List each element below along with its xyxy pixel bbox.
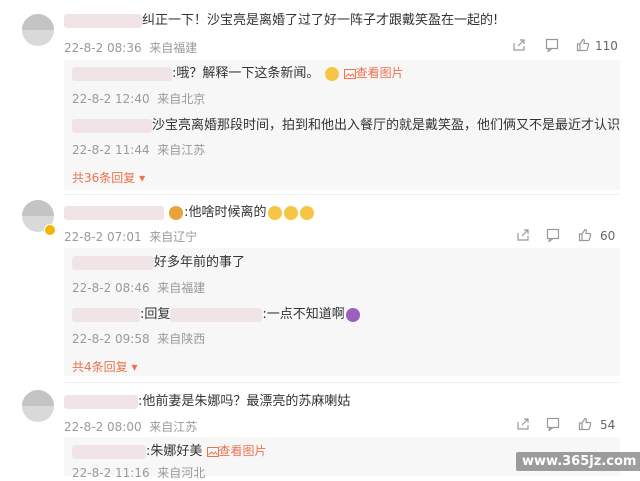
surprised-emoji-icon — [283, 205, 298, 220]
image-icon — [343, 68, 356, 80]
emoji-icon — [324, 66, 339, 81]
share-icon[interactable] — [512, 38, 526, 52]
reply-location: 来自江苏 — [157, 143, 206, 157]
comment-meta: 22-8-2 08:36 来自福建 — [64, 39, 197, 56]
view-image-link[interactable]: 查看图片 — [356, 66, 404, 80]
more-replies-button[interactable]: 共4条回复 ▾ — [72, 358, 137, 375]
surprised-emoji-icon — [299, 205, 314, 220]
caret-down-icon: ▾ — [135, 171, 146, 185]
reply-location: 来自北京 — [157, 92, 206, 106]
comment-meta: 22-8-2 07:01 来自辽宁 — [64, 228, 197, 245]
reply-text: 沙宝亮离婚那段时间，拍到和他出入餐厅的就是戴笑盈，他们俩又不是最近才认识 — [152, 118, 621, 133]
reply-meta: 22-8-2 09:58 来自陕西 — [72, 330, 205, 347]
reply-meta: 22-8-2 08:46 来自福建 — [72, 279, 205, 296]
comment-text: :他啥时候离的 — [184, 205, 267, 220]
username-blurred[interactable] — [64, 13, 142, 28]
like-icon[interactable] — [576, 38, 590, 52]
reply-location: 来自陕西 — [157, 332, 206, 346]
comment-2: :他啥时候离的 — [64, 204, 315, 222]
reply-meta: 22-8-2 11:44 来自江苏 — [72, 141, 205, 158]
reply-meta: 22-8-2 12:40 来自北京 — [72, 90, 205, 107]
username-blurred[interactable] — [72, 255, 154, 270]
divider — [64, 194, 620, 195]
comment-location: 来自辽宁 — [149, 230, 198, 244]
like-icon[interactable] — [578, 417, 592, 431]
comment-1: 纠正一下！沙宝亮是离婚了过了好一阵子才跟戴笑盈在一起的! — [64, 12, 498, 30]
like-count: 110 — [595, 39, 618, 53]
divider — [64, 382, 620, 383]
reply-text: :朱娜好美 — [146, 444, 203, 459]
share-icon[interactable] — [516, 228, 530, 242]
avatar[interactable] — [22, 390, 54, 422]
comment-text: :他前妻是朱娜吗？最漂亮的苏麻喇姑 — [138, 394, 351, 409]
reply-location: 来自河北 — [157, 466, 206, 480]
username-blurred[interactable] — [170, 307, 263, 322]
avatar[interactable] — [22, 14, 54, 46]
comment-date: 22-8-2 07:01 — [64, 230, 142, 244]
comment-text: 纠正一下！沙宝亮是离婚了过了好一阵子才跟戴笑盈在一起的! — [142, 13, 499, 28]
reply-text: :哦？解释一下这条新闻。 — [172, 66, 320, 81]
crown-emoji-icon — [169, 205, 184, 220]
username-blurred[interactable] — [72, 307, 140, 322]
facepalm-emoji-icon — [345, 307, 360, 322]
comment-date: 22-8-2 08:36 — [64, 41, 142, 55]
comment-meta: 22-8-2 08:00 来自江苏 — [64, 418, 197, 435]
surprised-emoji-icon — [267, 205, 282, 220]
reply-date: 22-8-2 12:40 — [72, 92, 150, 106]
username-blurred[interactable] — [64, 205, 164, 220]
reply-to-label: :回复 — [140, 307, 171, 322]
watermark: www.365jz.com — [516, 452, 640, 471]
image-icon — [206, 446, 219, 458]
reply-date: 22-8-2 09:58 — [72, 332, 150, 346]
more-replies-label: 共36条回复 — [72, 171, 136, 185]
comment-icon[interactable] — [546, 228, 560, 242]
username-blurred[interactable] — [64, 394, 138, 409]
more-replies-button[interactable]: 共36条回复 ▾ — [72, 169, 145, 186]
like-count: 54 — [600, 418, 616, 432]
verified-badge-icon — [44, 224, 56, 236]
comment-icon[interactable] — [545, 38, 559, 52]
comment-icon[interactable] — [546, 417, 560, 431]
username-blurred[interactable] — [72, 444, 146, 459]
reply-text: :一点不知道啊 — [262, 307, 345, 322]
reply-2: 沙宝亮离婚那段时间，拍到和他出入餐厅的就是戴笑盈，他们俩又不是最近才认识 — [72, 117, 620, 135]
like-count: 60 — [600, 229, 616, 243]
comment-location: 来自福建 — [149, 41, 198, 55]
comment-date: 22-8-2 08:00 — [64, 420, 142, 434]
reply-date: 22-8-2 08:46 — [72, 281, 150, 295]
reply-date: 22-8-2 11:16 — [72, 466, 150, 480]
reply-meta: 22-8-2 11:16 来自河北 — [72, 464, 205, 481]
more-replies-label: 共4条回复 — [72, 360, 128, 374]
reply-date: 22-8-2 11:44 — [72, 143, 150, 157]
reply-1: :哦？解释一下这条新闻。 查看图片 — [72, 64, 404, 83]
reply-2: :回复 :一点不知道啊 — [72, 306, 361, 324]
share-icon[interactable] — [516, 417, 530, 431]
reply-location: 来自福建 — [157, 281, 206, 295]
reply-1: 好多年前的事了 — [72, 254, 245, 272]
view-image-link[interactable]: 查看图片 — [219, 444, 267, 458]
caret-down-icon: ▾ — [127, 360, 138, 374]
username-blurred[interactable] — [72, 66, 172, 81]
reply-text: 好多年前的事了 — [154, 255, 246, 270]
username-blurred[interactable] — [72, 118, 152, 133]
like-icon[interactable] — [578, 228, 592, 242]
reply-1: :朱娜好美 查看图片 — [72, 442, 267, 461]
comment-3: :他前妻是朱娜吗？最漂亮的苏麻喇姑 — [64, 393, 350, 411]
comment-location: 来自江苏 — [149, 420, 198, 434]
